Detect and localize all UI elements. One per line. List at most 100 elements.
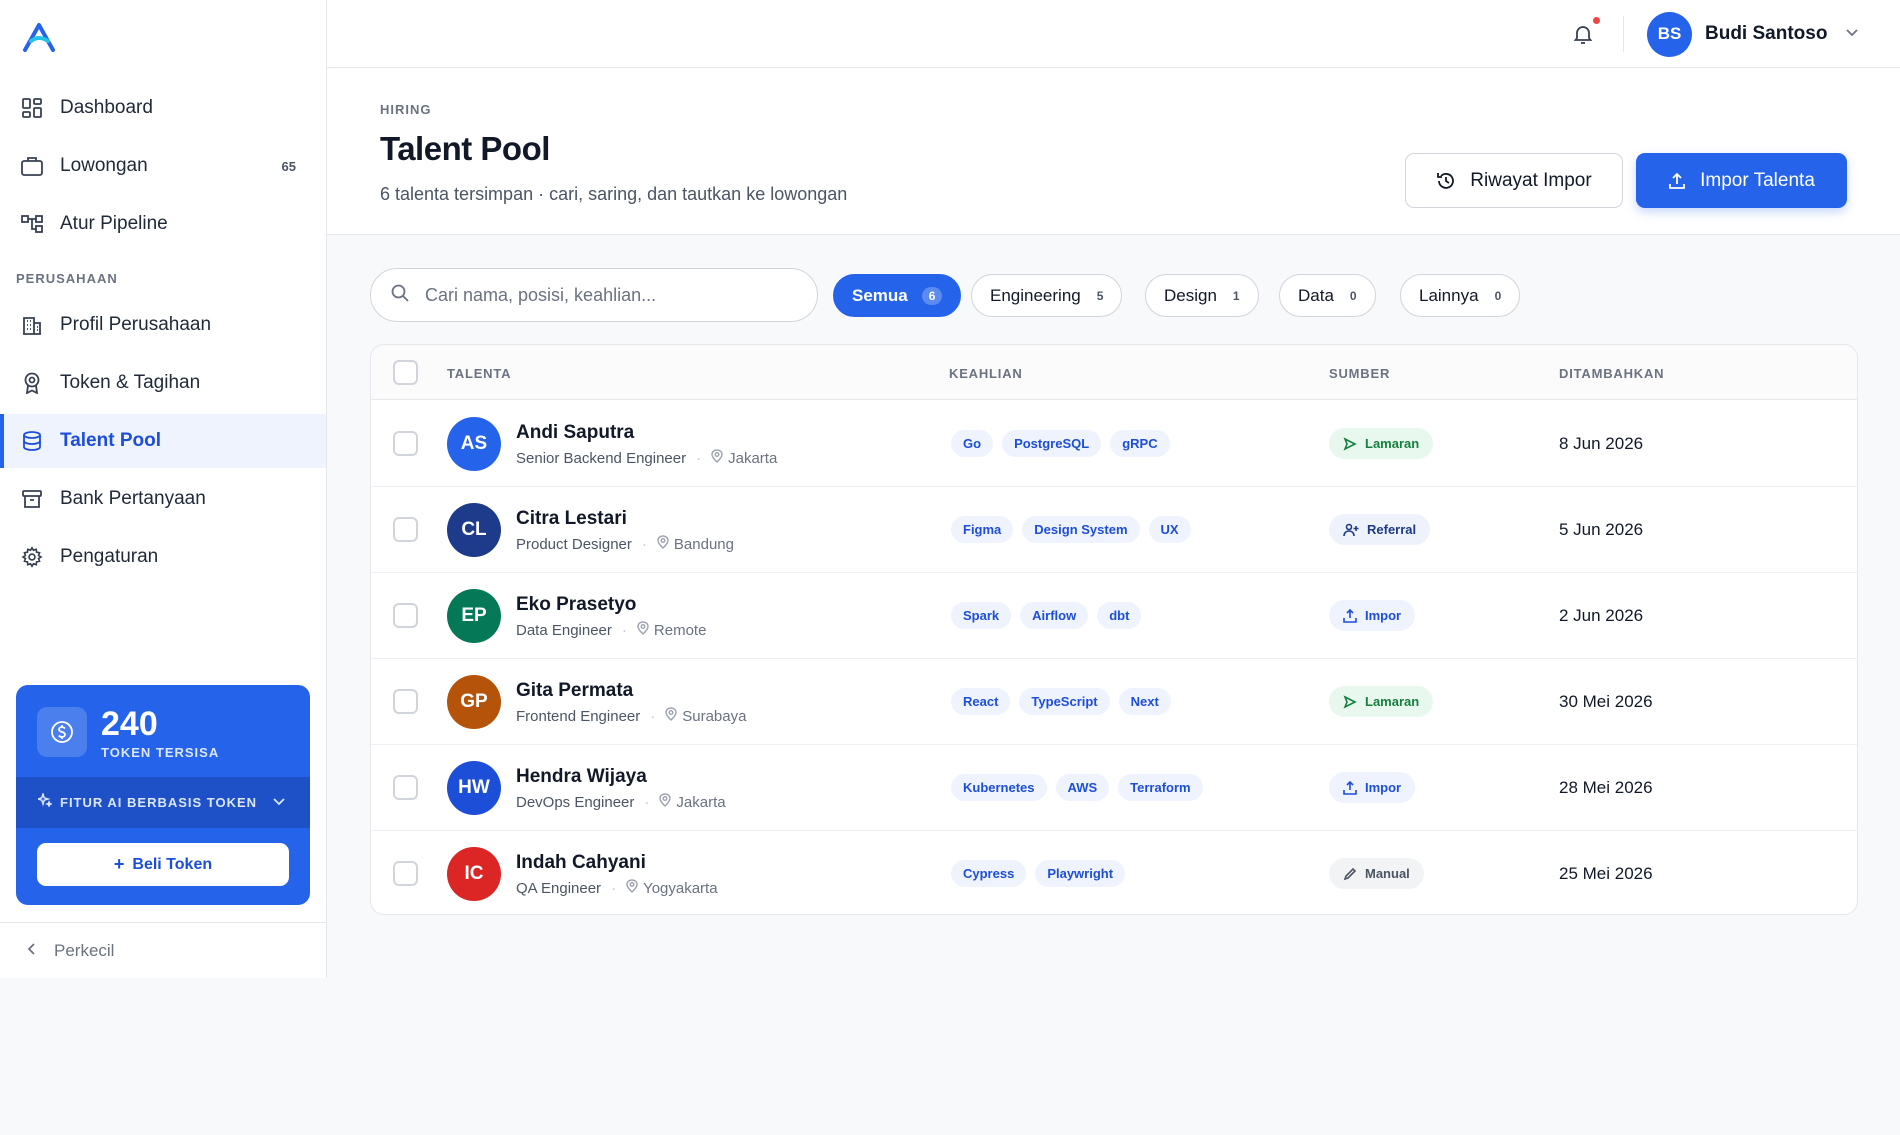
- collapse-sidebar-button[interactable]: Perkecil: [0, 922, 326, 978]
- table-row[interactable]: AS Andi Saputra Senior Backend Engineer · Ja…: [371, 401, 1857, 487]
- plus-icon: +: [113, 854, 125, 874]
- history-icon: [1436, 171, 1456, 191]
- user-menu[interactable]: BS Budi Santoso: [1647, 11, 1859, 57]
- separator-dot: ·: [611, 879, 617, 897]
- sidebar-item-pengaturan[interactable]: Pengaturan: [0, 530, 326, 584]
- row-checkbox[interactable]: [393, 431, 418, 456]
- filter-chip-design[interactable]: Design 1: [1145, 274, 1259, 317]
- talent-name[interactable]: Eko Prasetyo: [516, 594, 636, 616]
- notification-bell-icon[interactable]: [1571, 22, 1595, 46]
- talent-location-text: Surabaya: [682, 707, 747, 725]
- talent-name[interactable]: Gita Permata: [516, 680, 633, 702]
- talent-location: Jakarta: [711, 449, 777, 467]
- filter-chip-count: 5: [1096, 288, 1104, 303]
- filter-chip-count: 1: [1232, 288, 1240, 303]
- row-checkbox[interactable]: [393, 603, 418, 628]
- column-header-ditambahkan: DITAMBAHKAN: [1559, 366, 1665, 381]
- column-header-sumber: SUMBER: [1329, 366, 1391, 381]
- map-pin-icon: [657, 535, 674, 553]
- page-title: Talent Pool: [380, 130, 550, 167]
- skill-tag: Next: [1118, 688, 1171, 715]
- talent-name[interactable]: Andi Saputra: [516, 422, 634, 444]
- talent-meta: Data Engineer · Remote: [516, 621, 706, 639]
- talent-avatar: EP: [447, 589, 501, 643]
- sidebar-item-count: 65: [281, 158, 296, 174]
- select-all-checkbox[interactable]: [393, 360, 418, 385]
- skill-list: React TypeScript Next: [951, 688, 1171, 715]
- talent-meta: Product Designer · Bandung: [516, 535, 734, 553]
- talent-name[interactable]: Citra Lestari: [516, 508, 627, 530]
- filter-chip-label: Lainnya: [1419, 285, 1479, 305]
- source-label: Impor: [1365, 608, 1402, 623]
- filter-chip-count: 0: [1349, 288, 1357, 303]
- buy-token-button[interactable]: + Beli Token: [37, 843, 289, 886]
- skill-tag: React: [951, 688, 1011, 715]
- row-checkbox[interactable]: [393, 775, 418, 800]
- skill-tag: Spark: [951, 602, 1012, 629]
- row-checkbox[interactable]: [393, 517, 418, 542]
- ai-features-toggle[interactable]: FITUR AI BERBASIS TOKEN: [16, 777, 310, 828]
- notification-dot: [1593, 17, 1600, 24]
- chevron-down-icon: [1845, 25, 1859, 44]
- talent-location-text: Jakarta: [728, 449, 778, 467]
- table-row[interactable]: CL Citra Lestari Product Designer · Bandung F…: [371, 487, 1857, 573]
- map-pin-icon: [711, 449, 728, 467]
- import-talent-button[interactable]: Impor Talenta: [1636, 153, 1847, 208]
- date-added: 5 Jun 2026: [1559, 520, 1644, 539]
- row-checkbox[interactable]: [393, 861, 418, 886]
- filter-chip-lainnya[interactable]: Lainnya 0: [1400, 274, 1521, 317]
- row-checkbox[interactable]: [393, 689, 418, 714]
- map-pin-icon: [637, 621, 654, 639]
- sidebar-item-label: Bank Pertanyaan: [60, 488, 206, 509]
- upload-icon: [1668, 172, 1686, 190]
- search-input[interactable]: [425, 284, 805, 306]
- import-history-button[interactable]: Riwayat Impor: [1405, 153, 1623, 208]
- sidebar-item-label: Token & Tagihan: [60, 372, 201, 393]
- skill-tag: Playwright: [1035, 860, 1126, 887]
- table-row[interactable]: IC Indah Cahyani QA Engineer · Yogyakarta Cyp…: [371, 831, 1857, 914]
- impor-source-icon: [1343, 780, 1365, 795]
- filter-chip-count: 0: [1494, 288, 1502, 303]
- talent-location-text: Bandung: [673, 535, 734, 553]
- column-header-keahlian: KEAHLIAN: [949, 366, 1023, 381]
- filter-chip-label: Data: [1298, 285, 1334, 305]
- date-added: 28 Mei 2026: [1559, 778, 1653, 797]
- skill-list: Figma Design System UX: [951, 516, 1191, 543]
- filter-chip-label: Engineering: [990, 285, 1081, 305]
- talent-location: Yogyakarta: [626, 879, 718, 897]
- filter-chip-engineering[interactable]: Engineering 5: [971, 274, 1123, 317]
- source-badge: Manual: [1329, 858, 1424, 889]
- source-label: Manual: [1365, 866, 1410, 881]
- briefcase-icon: [21, 155, 43, 177]
- search-icon: [391, 284, 409, 307]
- source-badge: Impor: [1329, 772, 1416, 803]
- skill-tag: dbt: [1097, 602, 1142, 629]
- date-added: 8 Jun 2026: [1559, 434, 1644, 453]
- separator-dot: ·: [696, 449, 702, 467]
- skill-list: Spark Airflow dbt: [951, 602, 1142, 629]
- sidebar-item-talent-pool[interactable]: Talent Pool: [0, 414, 326, 468]
- table-row[interactable]: EP Eko Prasetyo Data Engineer · Remote Spark A…: [371, 573, 1857, 659]
- talent-location: Bandung: [657, 535, 734, 553]
- talent-name[interactable]: Hendra Wijaya: [516, 766, 647, 788]
- filter-chip-data[interactable]: Data 0: [1279, 274, 1376, 317]
- talent-name[interactable]: Indah Cahyani: [516, 852, 646, 874]
- sidebar-item-atur-pipeline[interactable]: Atur Pipeline: [0, 197, 326, 251]
- table-row[interactable]: HW Hendra Wijaya DevOps Engineer · Jakarta Ku…: [371, 745, 1857, 831]
- sidebar-item-bank-pertanyaan[interactable]: Bank Pertanyaan: [0, 472, 326, 526]
- sidebar-item-token-tagihan[interactable]: Token & Tagihan: [0, 356, 326, 410]
- column-header-talenta: TALENTA: [447, 366, 512, 381]
- sidebar-item-lowongan[interactable]: Lowongan 65: [0, 139, 326, 193]
- lamaran-source-icon: [1343, 436, 1365, 451]
- date-added: 30 Mei 2026: [1559, 692, 1653, 711]
- filter-chip-semua[interactable]: Semua 6: [833, 274, 962, 317]
- separator-dot: ·: [650, 707, 656, 725]
- chevron-down-icon: [272, 794, 286, 813]
- sidebar-item-dashboard[interactable]: Dashboard: [0, 81, 326, 135]
- table-row[interactable]: GP Gita Permata Frontend Engineer · Surabaya…: [371, 659, 1857, 745]
- gear-icon: [21, 546, 43, 568]
- sidebar-item-label: Pengaturan: [60, 546, 159, 567]
- sidebar-item-profil-perusahaan[interactable]: Profil Perusahaan: [0, 298, 326, 352]
- import-history-label: Riwayat Impor: [1470, 169, 1592, 191]
- app-logo[interactable]: [22, 22, 56, 52]
